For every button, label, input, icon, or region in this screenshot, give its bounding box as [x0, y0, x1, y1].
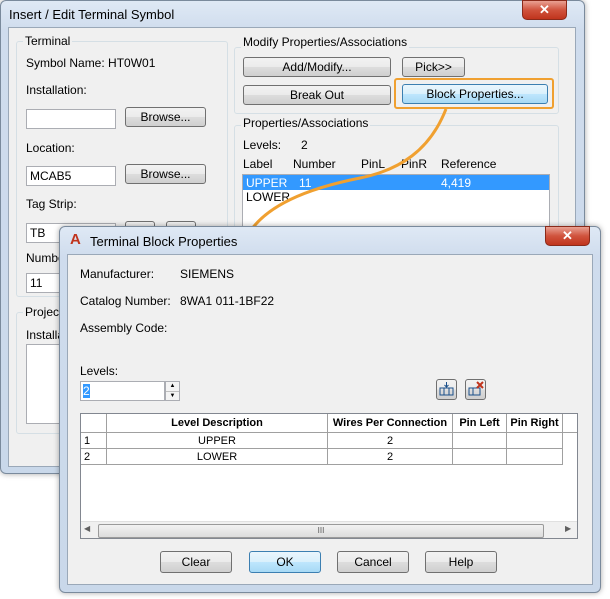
- col-pinr: PinR: [401, 157, 428, 171]
- help-button[interactable]: Help: [425, 551, 497, 573]
- close-icon: ✕: [539, 2, 550, 17]
- break-out-button[interactable]: Break Out: [243, 85, 391, 105]
- levels-stepper[interactable]: ▲ ▼: [165, 381, 180, 401]
- grid-row-1-wires[interactable]: 2: [328, 433, 453, 449]
- grid-row-1-description[interactable]: UPPER: [107, 433, 328, 449]
- manufacturer-label: Manufacturer:: [80, 267, 155, 281]
- grid-row-1-pin-left[interactable]: [453, 433, 507, 449]
- levels-input[interactable]: 2: [80, 381, 165, 401]
- grid-row-2-pin-left[interactable]: [453, 449, 507, 465]
- chevron-down-icon[interactable]: ▼: [166, 392, 179, 401]
- location-input[interactable]: MCAB5: [26, 166, 116, 186]
- ok-button[interactable]: OK: [249, 551, 321, 573]
- installation-browse-button[interactable]: Browse...: [125, 107, 206, 127]
- scroll-thumb[interactable]: III: [98, 524, 544, 538]
- row1-label: UPPER: [246, 176, 288, 190]
- grid-header-index: [81, 414, 107, 433]
- close-icon: ✕: [562, 228, 573, 243]
- terminal-block-properties-dialog: A Terminal Block Properties ✕ Manufactur…: [59, 226, 601, 593]
- tag-strip-label: Tag Strip:: [26, 197, 77, 211]
- modify-group-label: Modify Properties/Associations: [241, 35, 410, 49]
- clear-button[interactable]: Clear: [160, 551, 232, 573]
- grid-header-extra: [563, 414, 577, 433]
- location-label: Location:: [26, 141, 75, 155]
- grid-row-2-wires[interactable]: 2: [328, 449, 453, 465]
- levels-value: 2: [83, 384, 90, 398]
- grid-row-1-pin-right[interactable]: [507, 433, 563, 449]
- dialog-title: Terminal Block Properties: [90, 234, 238, 249]
- delete-level-icon: [468, 381, 484, 396]
- horizontal-scrollbar[interactable]: ◀ III ▶: [81, 521, 577, 538]
- grid-row-2-description[interactable]: LOWER: [107, 449, 328, 465]
- autocad-icon: A: [70, 231, 81, 248]
- installation-label: Installation:: [26, 83, 87, 97]
- delete-level-button[interactable]: [465, 379, 486, 400]
- manufacturer-value: SIEMENS: [180, 267, 235, 281]
- col-label: Label: [243, 157, 273, 171]
- add-modify-button[interactable]: Add/Modify...: [243, 57, 391, 77]
- row2-label[interactable]: LOWER: [246, 190, 290, 204]
- list-item-selected[interactable]: [243, 175, 549, 190]
- close-button[interactable]: ✕: [522, 0, 567, 20]
- levels-label: Levels:: [80, 364, 119, 378]
- catalog-number-value: 8WA1 011-1BF22: [180, 294, 275, 308]
- scroll-right-icon[interactable]: ▶: [565, 524, 571, 533]
- grid-row-2-pin-right[interactable]: [507, 449, 563, 465]
- symbol-name-text: Symbol Name: HT0W01: [26, 56, 156, 70]
- assembly-code-label: Assembly Code:: [80, 321, 168, 335]
- insert-level-button[interactable]: [436, 379, 457, 400]
- chevron-up-icon[interactable]: ▲: [166, 382, 179, 392]
- grid-header-pin-left[interactable]: Pin Left: [453, 414, 507, 433]
- col-pinl: PinL: [361, 157, 386, 171]
- insert-level-icon: [439, 382, 454, 396]
- close-button[interactable]: ✕: [545, 226, 590, 246]
- block-properties-button[interactable]: Block Properties...: [402, 84, 548, 104]
- scroll-left-icon[interactable]: ◀: [84, 524, 90, 533]
- grid-header-wires-per-connection[interactable]: Wires Per Connection: [328, 414, 453, 433]
- grid-header-level-description[interactable]: Level Description: [107, 414, 328, 433]
- levels-grid[interactable]: Level Description Wires Per Connection P…: [80, 413, 578, 539]
- levels-value: 2: [301, 138, 308, 152]
- grid-row-2-index[interactable]: 2: [81, 449, 107, 465]
- pick-button[interactable]: Pick>>: [402, 57, 465, 77]
- cancel-button[interactable]: Cancel: [337, 551, 409, 573]
- grid-row-1-index[interactable]: 1: [81, 433, 107, 449]
- row1-reference: 4,419: [441, 176, 472, 190]
- terminal-group-label: Terminal: [23, 34, 73, 48]
- installation-input[interactable]: [26, 109, 116, 129]
- location-browse-button[interactable]: Browse...: [125, 164, 206, 184]
- properties-group-label: Properties/Associations: [241, 116, 371, 130]
- grid-header-pin-right[interactable]: Pin Right: [507, 414, 563, 433]
- catalog-number-label: Catalog Number:: [80, 294, 171, 308]
- levels-label: Levels:: [243, 138, 282, 152]
- col-reference: Reference: [441, 157, 497, 171]
- row1-number: 11: [299, 176, 312, 190]
- col-number: Number: [293, 157, 336, 171]
- dialog-title: Insert / Edit Terminal Symbol: [9, 7, 175, 22]
